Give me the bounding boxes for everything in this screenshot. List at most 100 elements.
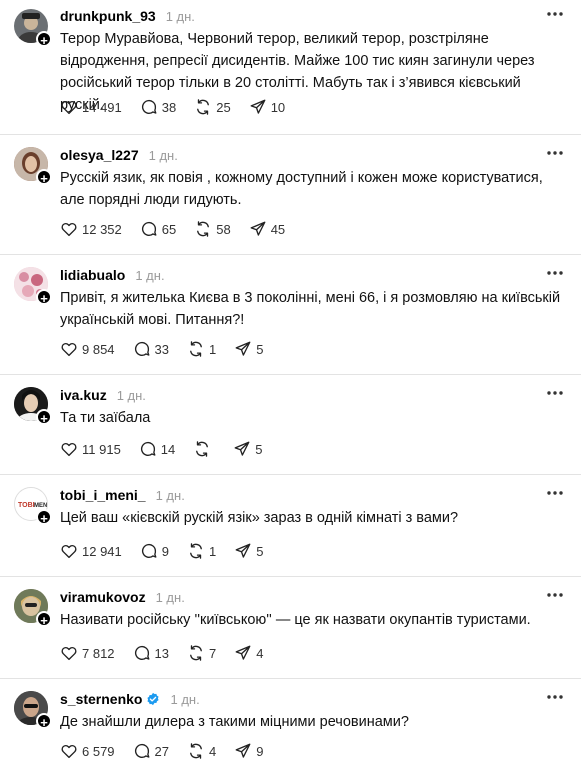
share-button[interactable]: 9 [234,742,263,760]
avatar[interactable]: + [14,589,52,628]
post-text: Привіт, я жителька Києва в 3 поколінні, … [60,290,561,328]
share-count: 5 [256,341,264,357]
share-button[interactable]: 4 [234,644,263,662]
share-icon [234,441,250,456]
repost-button[interactable]: 1 [187,340,216,358]
reply-button[interactable]: 14 [139,440,175,458]
reply-count: 65 [161,221,177,237]
more-options-icon[interactable] [545,693,565,701]
share-icon [235,341,251,356]
username[interactable]: viramukovoz [60,589,146,605]
post-header: iva.kuz 1 дн. [60,385,565,405]
reply-button[interactable]: 38 [140,98,176,116]
username[interactable]: iva.kuz [60,387,107,403]
heart-icon [61,544,77,559]
like-button[interactable]: 11 915 [60,440,121,458]
more-options-icon[interactable] [545,10,565,18]
like-count: 7 812 [82,645,115,661]
share-icon [235,743,251,758]
avatar[interactable]: TOBIMENI + [14,487,52,526]
heart-icon [61,442,77,457]
repost-button[interactable]: 7 [187,644,216,662]
like-count: 12 941 [82,543,122,559]
follow-plus-icon[interactable]: + [36,289,52,306]
share-button[interactable]: 10 [249,98,285,116]
repost-count: 25 [216,99,231,115]
share-icon [235,543,251,558]
follow-plus-icon[interactable]: + [36,169,52,186]
post-header: viramukovoz 1 дн. [60,587,565,607]
more-options-icon[interactable] [545,149,565,157]
repost-count: 1 [209,543,217,559]
reply-button[interactable]: 13 [133,644,169,662]
timestamp[interactable]: 1 дн. [156,488,185,503]
like-button[interactable]: 9 854 [60,340,115,358]
post: + drunkpunk_93 1 дн. Терор Муравйова, Че… [0,0,581,135]
more-options-icon[interactable] [545,269,565,277]
follow-plus-icon[interactable]: + [36,713,52,730]
avatar[interactable]: + [14,387,52,426]
repost-icon [190,743,202,759]
timestamp[interactable]: 1 дн. [156,590,185,605]
post-text: Де знайшли дилера з такими міцними речов… [60,714,409,730]
timestamp[interactable]: 1 дн. [117,388,146,403]
avatar[interactable]: + [14,267,52,306]
like-button[interactable]: 12 352 [60,220,122,238]
username[interactable]: lidiabualo [60,267,125,283]
share-icon [250,221,266,236]
reply-button[interactable]: 27 [133,742,169,760]
more-options-icon[interactable] [545,591,565,599]
follow-plus-icon[interactable]: + [36,409,52,426]
like-button[interactable]: 14 491 [60,98,122,116]
timestamp[interactable]: 1 дн. [135,268,164,283]
like-button[interactable]: 6 579 [60,742,115,760]
timestamp[interactable]: 1 дн. [166,9,195,24]
repost-button[interactable]: 1 [187,542,216,560]
reply-button[interactable]: 33 [133,340,169,358]
share-count: 5 [256,543,264,559]
follow-plus-icon[interactable]: + [36,31,52,48]
share-count: 5 [255,441,263,457]
post: + olesya_l227 1 дн. Русскій язик, як пов… [0,135,581,255]
avatar[interactable]: + [14,691,52,730]
reply-count: 9 [161,543,169,559]
share-count: 10 [270,99,286,115]
svg-text:TOBI: TOBI [18,502,35,509]
more-options-icon[interactable] [545,489,565,497]
heart-icon [61,646,77,661]
repost-button[interactable]: 4 [187,742,216,760]
timestamp[interactable]: 1 дн. [149,148,178,163]
reply-button[interactable]: 65 [140,220,176,238]
username[interactable]: olesya_l227 [60,147,139,163]
username[interactable]: s_sternenko [60,691,142,707]
avatar[interactable]: + [14,9,52,48]
share-button[interactable]: 5 [234,542,263,560]
reply-count: 33 [154,341,170,357]
avatar[interactable]: + [14,147,52,186]
repost-icon [196,441,209,457]
like-button[interactable]: 12 941 [60,542,122,560]
heart-icon [61,744,77,759]
reply-count: 27 [154,743,170,759]
share-button[interactable]: 5 [233,440,263,458]
follow-plus-icon[interactable]: + [36,509,52,526]
comment-icon [134,645,149,661]
reply-button[interactable]: 9 [140,542,169,560]
timestamp[interactable]: 1 дн. [170,692,199,707]
like-count: 12 352 [82,221,122,237]
follow-plus-icon[interactable]: + [36,611,52,628]
post: + viramukovoz 1 дн. Називати російську '… [0,577,581,679]
repost-button[interactable]: 25 [194,98,231,116]
more-options-icon[interactable] [545,389,565,397]
username[interactable]: drunkpunk_93 [60,8,156,24]
repost-button[interactable] [193,440,215,458]
post-header: s_sternenko 1 дн. [60,689,565,709]
repost-button[interactable]: 58 [194,220,231,238]
username[interactable]: tobi_i_meni_ [60,487,146,503]
heart-icon [61,100,77,115]
post-actions: 12 352 65 58 45 [60,217,303,241]
share-button[interactable]: 5 [234,340,263,358]
post: TOBIMENI + tobi_i_meni_ 1 дн. Цей ваш «к… [0,475,581,577]
like-button[interactable]: 7 812 [60,644,115,662]
share-button[interactable]: 45 [249,220,285,238]
